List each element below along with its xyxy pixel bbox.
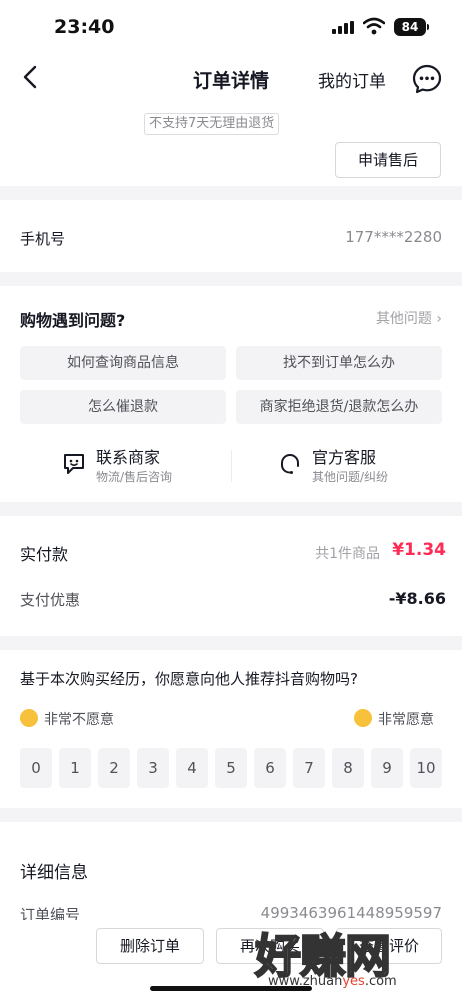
contact-merchant-title: 联系商家 xyxy=(96,448,161,467)
discount-amount: -¥8.66 xyxy=(388,589,446,608)
headset-icon xyxy=(281,453,299,474)
faq-chip[interactable]: 找不到订单怎么办 xyxy=(236,346,442,380)
watermark-url-accent: yes xyxy=(342,974,365,989)
other-problems-link[interactable]: 其他问题 › xyxy=(376,308,442,328)
phone-label: 手机号 xyxy=(20,230,66,248)
item-count: 共1件商品 xyxy=(315,546,380,562)
nav-bar: 订单详情 我的订单 xyxy=(0,52,462,104)
my-orders-link[interactable]: 我的订单 xyxy=(318,67,386,92)
watermark-url: www.zhuanyes.com xyxy=(268,974,397,989)
survey-question: 基于本次购买经历，你愿意向他人推荐抖音购物吗? xyxy=(20,670,358,688)
status-time: 23:40 xyxy=(54,16,115,38)
contact-merchant-sub: 物流/售后咨询 xyxy=(96,470,173,484)
score-option-4[interactable]: 4 xyxy=(176,748,208,788)
page-title: 订单详情 xyxy=(192,70,269,92)
return-policy-tag: 不支持7天无理由退货 xyxy=(144,113,280,135)
official-service-button[interactable]: 官方客服 其他问题/纠纷 xyxy=(278,444,428,488)
shopping-problems-card: 购物遇到问题? 其他问题 › 如何查询商品信息 找不到订单怎么办 怎么催退款 商… xyxy=(0,286,462,502)
delete-order-button[interactable]: 删除订单 xyxy=(96,928,204,964)
score-option-5[interactable]: 5 xyxy=(215,748,247,788)
chat-icon[interactable] xyxy=(412,64,442,94)
score-option-6[interactable]: 6 xyxy=(254,748,286,788)
score-option-3[interactable]: 3 xyxy=(137,748,169,788)
score-option-9[interactable]: 9 xyxy=(371,748,403,788)
battery-indicator: 84 xyxy=(394,18,426,36)
paid-label: 实付款 xyxy=(20,545,69,564)
watermark-url-prefix: www.zhuan xyxy=(268,974,343,989)
faq-chip[interactable]: 怎么催退款 xyxy=(20,390,226,424)
merchant-chat-icon xyxy=(64,454,84,474)
details-title: 详细信息 xyxy=(20,863,88,883)
apply-after-sale-button[interactable]: 申请售后 xyxy=(335,142,441,178)
details-card: 详细信息 订单编号 4993463961448959597 xyxy=(0,822,462,932)
scale-high-label: 非常愿意 xyxy=(378,712,434,728)
score-option-1[interactable]: 1 xyxy=(59,748,91,788)
happy-face-icon xyxy=(354,709,372,727)
discount-label: 支付优惠 xyxy=(20,591,81,609)
wifi-icon xyxy=(363,17,385,35)
paid-amount: ¥1.34 xyxy=(392,540,446,560)
score-option-8[interactable]: 8 xyxy=(332,748,364,788)
official-service-sub: 其他问题/纠纷 xyxy=(312,470,389,484)
payment-card: 实付款 共1件商品 ¥1.34 支付优惠 -¥8.66 xyxy=(0,516,462,636)
watermark-url-suffix: .com xyxy=(364,974,397,989)
status-bar: 23:40 84 xyxy=(0,0,462,52)
contact-merchant-button[interactable]: 联系商家 物流/售后咨询 xyxy=(62,444,212,488)
scale-low-label: 非常不愿意 xyxy=(44,712,114,728)
battery-tip xyxy=(427,24,429,30)
score-option-0[interactable]: 0 xyxy=(20,748,52,788)
faq-chip[interactable]: 商家拒绝退货/退款怎么办 xyxy=(236,390,442,424)
problems-title: 购物遇到问题? xyxy=(20,311,126,330)
unhappy-face-icon xyxy=(20,709,38,727)
signal-icon xyxy=(332,21,354,34)
score-option-7[interactable]: 7 xyxy=(293,748,325,788)
score-option-10[interactable]: 10 xyxy=(410,748,442,788)
faq-chip[interactable]: 如何查询商品信息 xyxy=(20,346,226,380)
divider xyxy=(231,450,232,482)
phone-card: 手机号 177****2280 xyxy=(0,200,462,272)
phone-value: 177****2280 xyxy=(345,228,442,246)
official-service-title: 官方客服 xyxy=(312,448,377,467)
after-sale-card: 不支持7天无理由退货 申请售后 xyxy=(0,104,462,186)
score-option-2[interactable]: 2 xyxy=(98,748,130,788)
